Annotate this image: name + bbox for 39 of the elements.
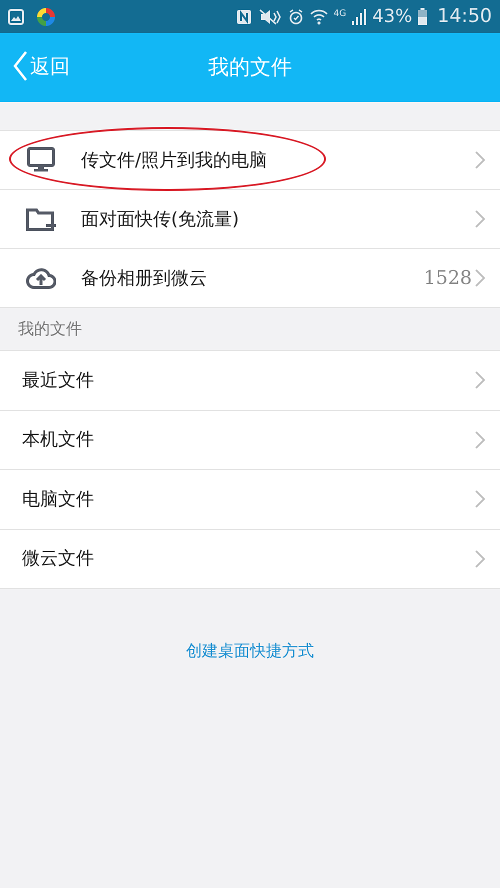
file-category-row[interactable]: 本机文件 xyxy=(0,410,500,470)
row-label: 最近文件 xyxy=(22,368,94,393)
chevron-icon xyxy=(474,489,486,510)
app-logo-icon xyxy=(36,6,56,26)
file-category-row[interactable]: 最近文件 xyxy=(0,351,500,410)
nfc-icon xyxy=(236,8,252,24)
clock: 14:50 xyxy=(437,4,492,30)
chevron-icon xyxy=(474,548,486,569)
gallery-icon xyxy=(8,8,24,24)
row-label: 传文件/照片到我的电脑 xyxy=(81,148,268,172)
cloud-upload-icon xyxy=(26,266,56,290)
chevron-icon xyxy=(474,430,486,450)
action-row[interactable]: 备份相册到微云 1528 xyxy=(0,249,500,308)
action-row[interactable]: 面对面快传(免流量) xyxy=(0,190,500,249)
row-label: 面对面快传(免流量) xyxy=(81,208,240,232)
chevron-icon xyxy=(474,268,486,288)
folder-icon xyxy=(26,207,56,231)
mute-icon xyxy=(258,8,282,24)
monitor-icon xyxy=(27,147,55,173)
chevron-icon xyxy=(474,370,486,390)
battery-icon xyxy=(418,8,428,25)
chevron-icon xyxy=(474,209,486,229)
row-label: 电脑文件 xyxy=(22,488,94,512)
file-category-row[interactable]: 电脑文件 xyxy=(0,470,500,530)
alarm-icon xyxy=(288,8,304,24)
photo-count: 1528 xyxy=(424,266,472,291)
page-title: 我的文件 xyxy=(208,54,292,81)
row-label: 微云文件 xyxy=(22,547,94,572)
row-label: 本机文件 xyxy=(22,428,94,452)
network-type: 4G xyxy=(334,8,346,22)
action-row[interactable]: 传文件/照片到我的电脑 xyxy=(0,131,500,190)
signal-icon xyxy=(352,8,366,24)
wifi-icon xyxy=(310,8,328,24)
file-category-row[interactable]: 微云文件 xyxy=(0,530,500,589)
row-label: 备份相册到微云 xyxy=(81,266,207,290)
back-chevron-icon xyxy=(12,50,28,82)
chevron-icon xyxy=(474,150,486,170)
battery-percent: 43% xyxy=(372,5,412,29)
section-title: 我的文件 xyxy=(18,318,82,340)
